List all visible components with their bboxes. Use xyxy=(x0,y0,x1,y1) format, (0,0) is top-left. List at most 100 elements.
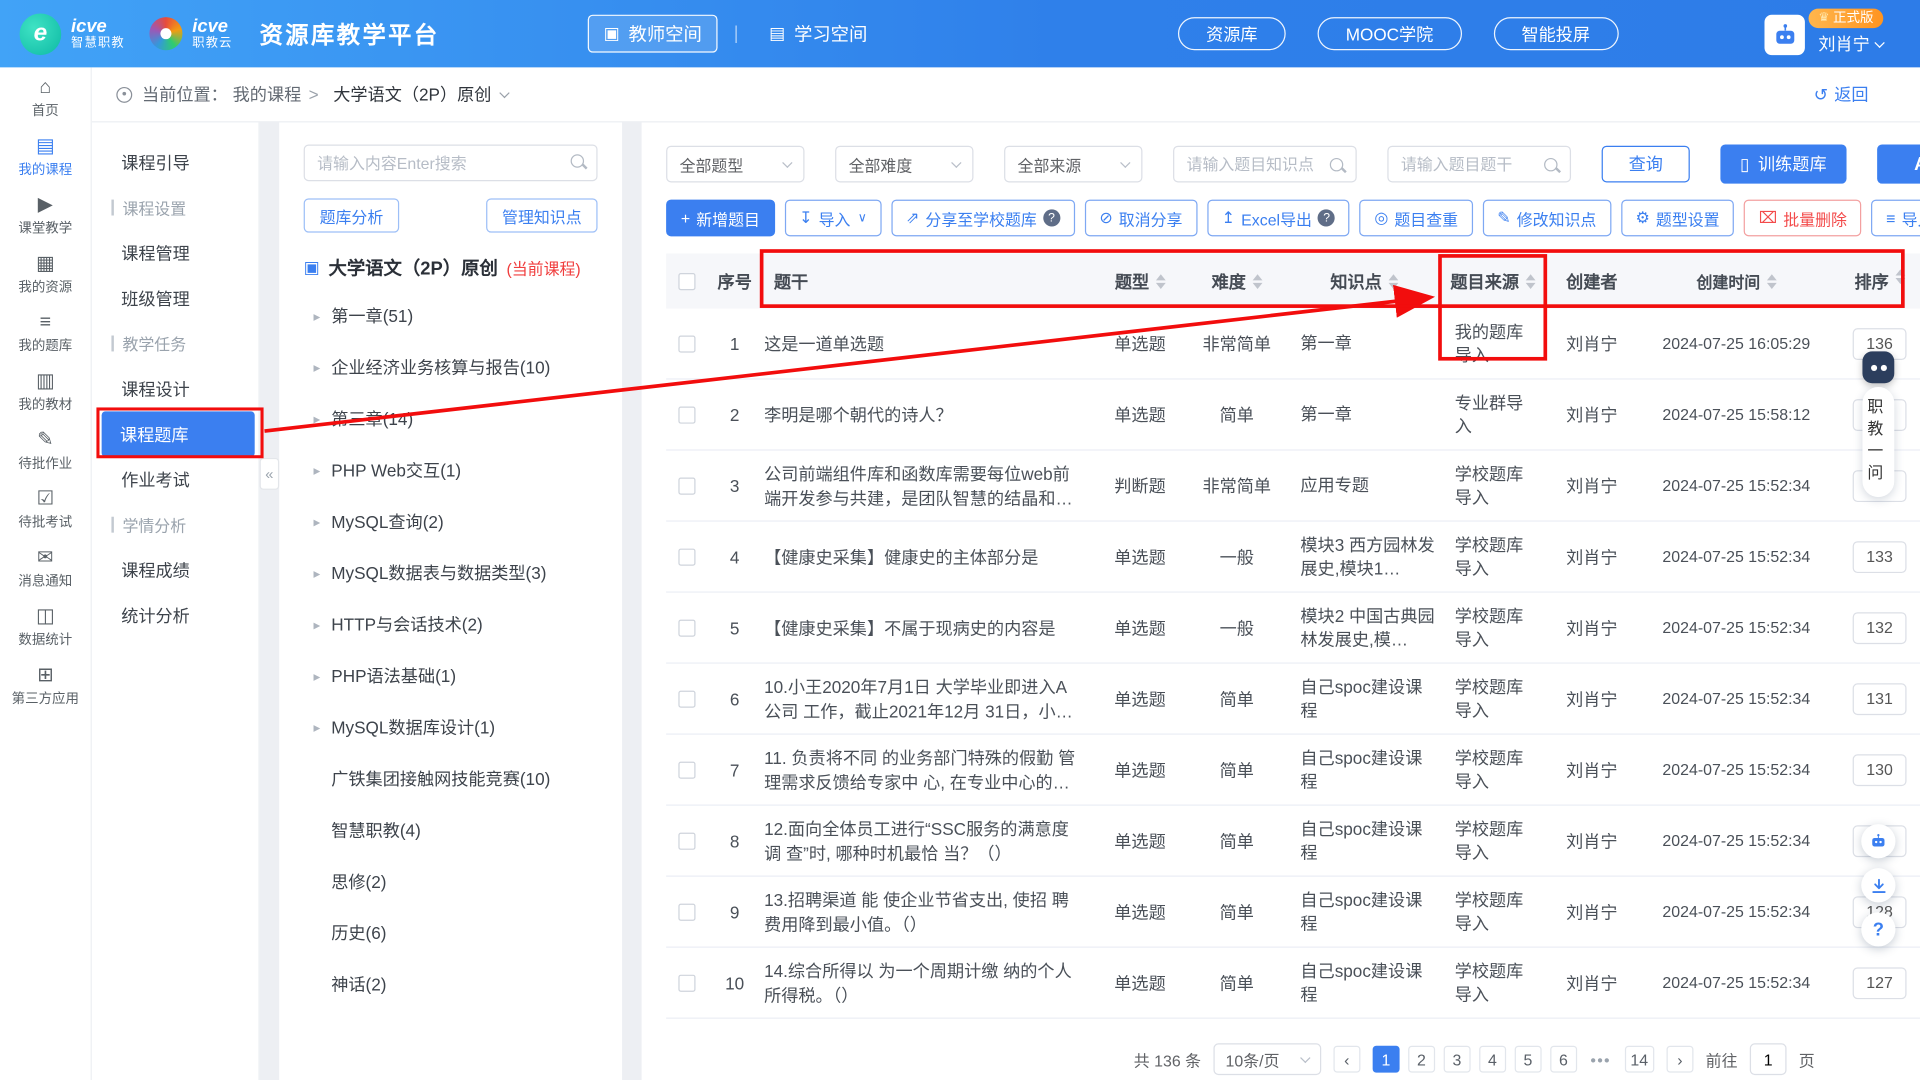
row-checkbox[interactable] xyxy=(678,477,695,494)
expand-caret-icon[interactable]: ▸ xyxy=(313,411,320,427)
header-pill-button[interactable]: MOOC学院 xyxy=(1318,17,1462,50)
expand-caret-icon[interactable]: ▸ xyxy=(313,719,320,735)
rail-item[interactable]: ▤ 我的课程 xyxy=(0,129,91,188)
tree-node[interactable]: ▸ MySQL查询(2) xyxy=(304,496,598,547)
sort-order-input[interactable] xyxy=(1853,612,1907,644)
row-checkbox[interactable] xyxy=(678,548,695,565)
row-checkbox[interactable] xyxy=(678,832,695,849)
page-button[interactable]: 1 xyxy=(1372,1046,1399,1073)
rail-item[interactable]: ☑ 待批考试 xyxy=(0,481,91,540)
tree-node[interactable]: ▸ HTTP与会话技术(2) xyxy=(304,599,598,650)
toolbar-button[interactable]: + 新增题目 xyxy=(666,200,775,237)
sort-order-input[interactable] xyxy=(1853,683,1907,715)
toolbar-button[interactable]: ≡ 导入记录 xyxy=(1871,200,1920,237)
toolbar-button[interactable]: ◎ 题目查重 xyxy=(1360,200,1473,237)
header-pill-button[interactable]: 资源库 xyxy=(1178,17,1286,50)
sort-icon[interactable] xyxy=(1766,274,1776,289)
search-icon[interactable] xyxy=(1330,158,1343,171)
tree-node[interactable]: ▸ 第一章(51) xyxy=(304,290,598,341)
assistant-avatar-icon[interactable] xyxy=(1862,351,1894,383)
course-menu-item[interactable]: 课程题库 xyxy=(102,411,255,456)
toolbar-button[interactable]: ⚙ 题型设置 xyxy=(1621,200,1734,237)
page-button[interactable]: 2 xyxy=(1408,1046,1435,1073)
help-badge-icon[interactable]: ? xyxy=(1043,209,1060,226)
tab-teacher-space[interactable]: ▣ 教师空间 xyxy=(588,15,718,53)
help-badge-icon[interactable]: ? xyxy=(1318,209,1335,226)
course-menu-item[interactable]: 统计分析 xyxy=(92,593,259,638)
breadcrumb-parent[interactable]: 我的课程 xyxy=(233,82,302,106)
toolbar-button[interactable]: ⊘ 取消分享 xyxy=(1085,200,1198,237)
row-checkbox[interactable] xyxy=(678,903,695,920)
toolbar-button[interactable]: ⇗ 分享至学校题库 ? xyxy=(891,200,1075,237)
rail-item[interactable]: ▦ 我的资源 xyxy=(0,246,91,305)
toolbar-button[interactable]: ↥ Excel导出 ? xyxy=(1207,200,1350,237)
tab-learning-space[interactable]: ▤ 学习空间 xyxy=(754,16,882,52)
sort-order-input[interactable] xyxy=(1853,967,1907,999)
difficulty-select[interactable]: 全部难度 xyxy=(835,146,973,183)
row-checkbox[interactable] xyxy=(678,690,695,707)
tree-node[interactable]: ▸ PHP语法基础(1) xyxy=(304,650,598,701)
expand-caret-icon[interactable]: ▸ xyxy=(313,565,320,581)
course-menu-item[interactable]: 课程引导 xyxy=(92,140,259,185)
course-menu-item[interactable]: 课程设置 xyxy=(92,185,259,230)
row-checkbox[interactable] xyxy=(678,974,695,991)
header-pill-button[interactable]: 智能投屏 xyxy=(1493,17,1618,50)
tree-node[interactable]: ▸ 第三章(14) xyxy=(304,393,598,444)
back-button[interactable]: ↺返回 xyxy=(1814,82,1869,106)
goto-page-input[interactable] xyxy=(1750,1043,1787,1075)
page-button[interactable]: ••• xyxy=(1586,1046,1616,1073)
rail-item[interactable]: ▥ 我的教材 xyxy=(0,364,91,423)
course-menu-item[interactable]: 作业考试 xyxy=(92,457,259,502)
course-switch-caret-icon[interactable] xyxy=(500,87,510,97)
row-checkbox[interactable] xyxy=(678,761,695,778)
tree-node[interactable]: ▸ 企业经济业务核算与报告(10) xyxy=(304,342,598,393)
ai-robot-button[interactable] xyxy=(1764,15,1804,55)
assistant-label[interactable]: 职教一问 xyxy=(1862,387,1894,497)
rail-item[interactable]: ≡ 我的题库 xyxy=(0,305,91,364)
sort-icon[interactable] xyxy=(1895,269,1905,293)
row-checkbox[interactable] xyxy=(678,406,695,423)
sort-icon[interactable] xyxy=(1155,274,1165,289)
download-button[interactable] xyxy=(1861,868,1895,902)
page-button[interactable]: 14 xyxy=(1624,1046,1654,1073)
sort-order-input[interactable] xyxy=(1853,754,1907,786)
tree-node[interactable]: ▸ MySQL数据表与数据类型(3) xyxy=(304,547,598,598)
rail-item[interactable]: ◫ 数据统计 xyxy=(0,599,91,658)
sort-order-input[interactable] xyxy=(1853,541,1907,573)
expand-caret-icon[interactable]: ▸ xyxy=(313,514,320,530)
customer-service-button[interactable] xyxy=(1861,824,1895,858)
train-bank-button[interactable]: ▯训练题库 xyxy=(1720,144,1846,183)
page-size-select[interactable]: 10条/页 xyxy=(1213,1043,1321,1075)
tree-root-node[interactable]: ▣ 大学语文（2P）原创 (当前课程) xyxy=(304,255,598,281)
rail-item[interactable]: ✉ 消息通知 xyxy=(0,540,91,599)
row-checkbox[interactable] xyxy=(678,619,695,636)
tree-node[interactable]: ▸ MySQL数据库设计(1) xyxy=(304,702,598,753)
manage-knowledge-button[interactable]: 管理知识点 xyxy=(486,198,597,232)
rail-item[interactable]: ⊞ 第三方应用 xyxy=(0,658,91,717)
expand-caret-icon[interactable]: ▸ xyxy=(313,308,320,324)
page-button[interactable]: 3 xyxy=(1443,1046,1470,1073)
tree-node[interactable]: ▸ 神话(2) xyxy=(304,959,598,1010)
row-checkbox[interactable] xyxy=(678,335,695,352)
rail-item[interactable]: ⌂ 首页 xyxy=(0,70,91,129)
tree-node[interactable]: ▸ 广铁集团接触网技能竞赛(10) xyxy=(304,753,598,804)
course-menu-item[interactable]: 课程管理 xyxy=(92,230,259,275)
search-icon[interactable] xyxy=(1544,158,1557,171)
sort-icon[interactable] xyxy=(1525,274,1535,289)
search-icon[interactable] xyxy=(571,154,584,167)
toolbar-button[interactable]: ⌧ 批量删除 xyxy=(1744,200,1862,237)
course-menu-item[interactable]: 班级管理 xyxy=(92,276,259,321)
query-button[interactable]: 查询 xyxy=(1602,146,1690,183)
tree-node[interactable]: ▸ 智慧职教(4) xyxy=(304,804,598,855)
sort-icon[interactable] xyxy=(1388,274,1398,289)
tree-node[interactable]: ▸ 历史(6) xyxy=(304,907,598,958)
tree-search-input[interactable] xyxy=(304,144,598,181)
toolbar-button[interactable]: ✎ 修改知识点 xyxy=(1483,200,1611,237)
help-button[interactable]: ? xyxy=(1861,912,1895,946)
page-button[interactable]: 4 xyxy=(1479,1046,1506,1073)
rail-item[interactable]: ✎ 待批作业 xyxy=(0,422,91,481)
ai-button[interactable]: AI xyxy=(1877,144,1920,183)
next-page-button[interactable]: › xyxy=(1666,1046,1693,1073)
sort-icon[interactable] xyxy=(1252,274,1262,289)
expand-caret-icon[interactable]: ▸ xyxy=(313,462,320,478)
